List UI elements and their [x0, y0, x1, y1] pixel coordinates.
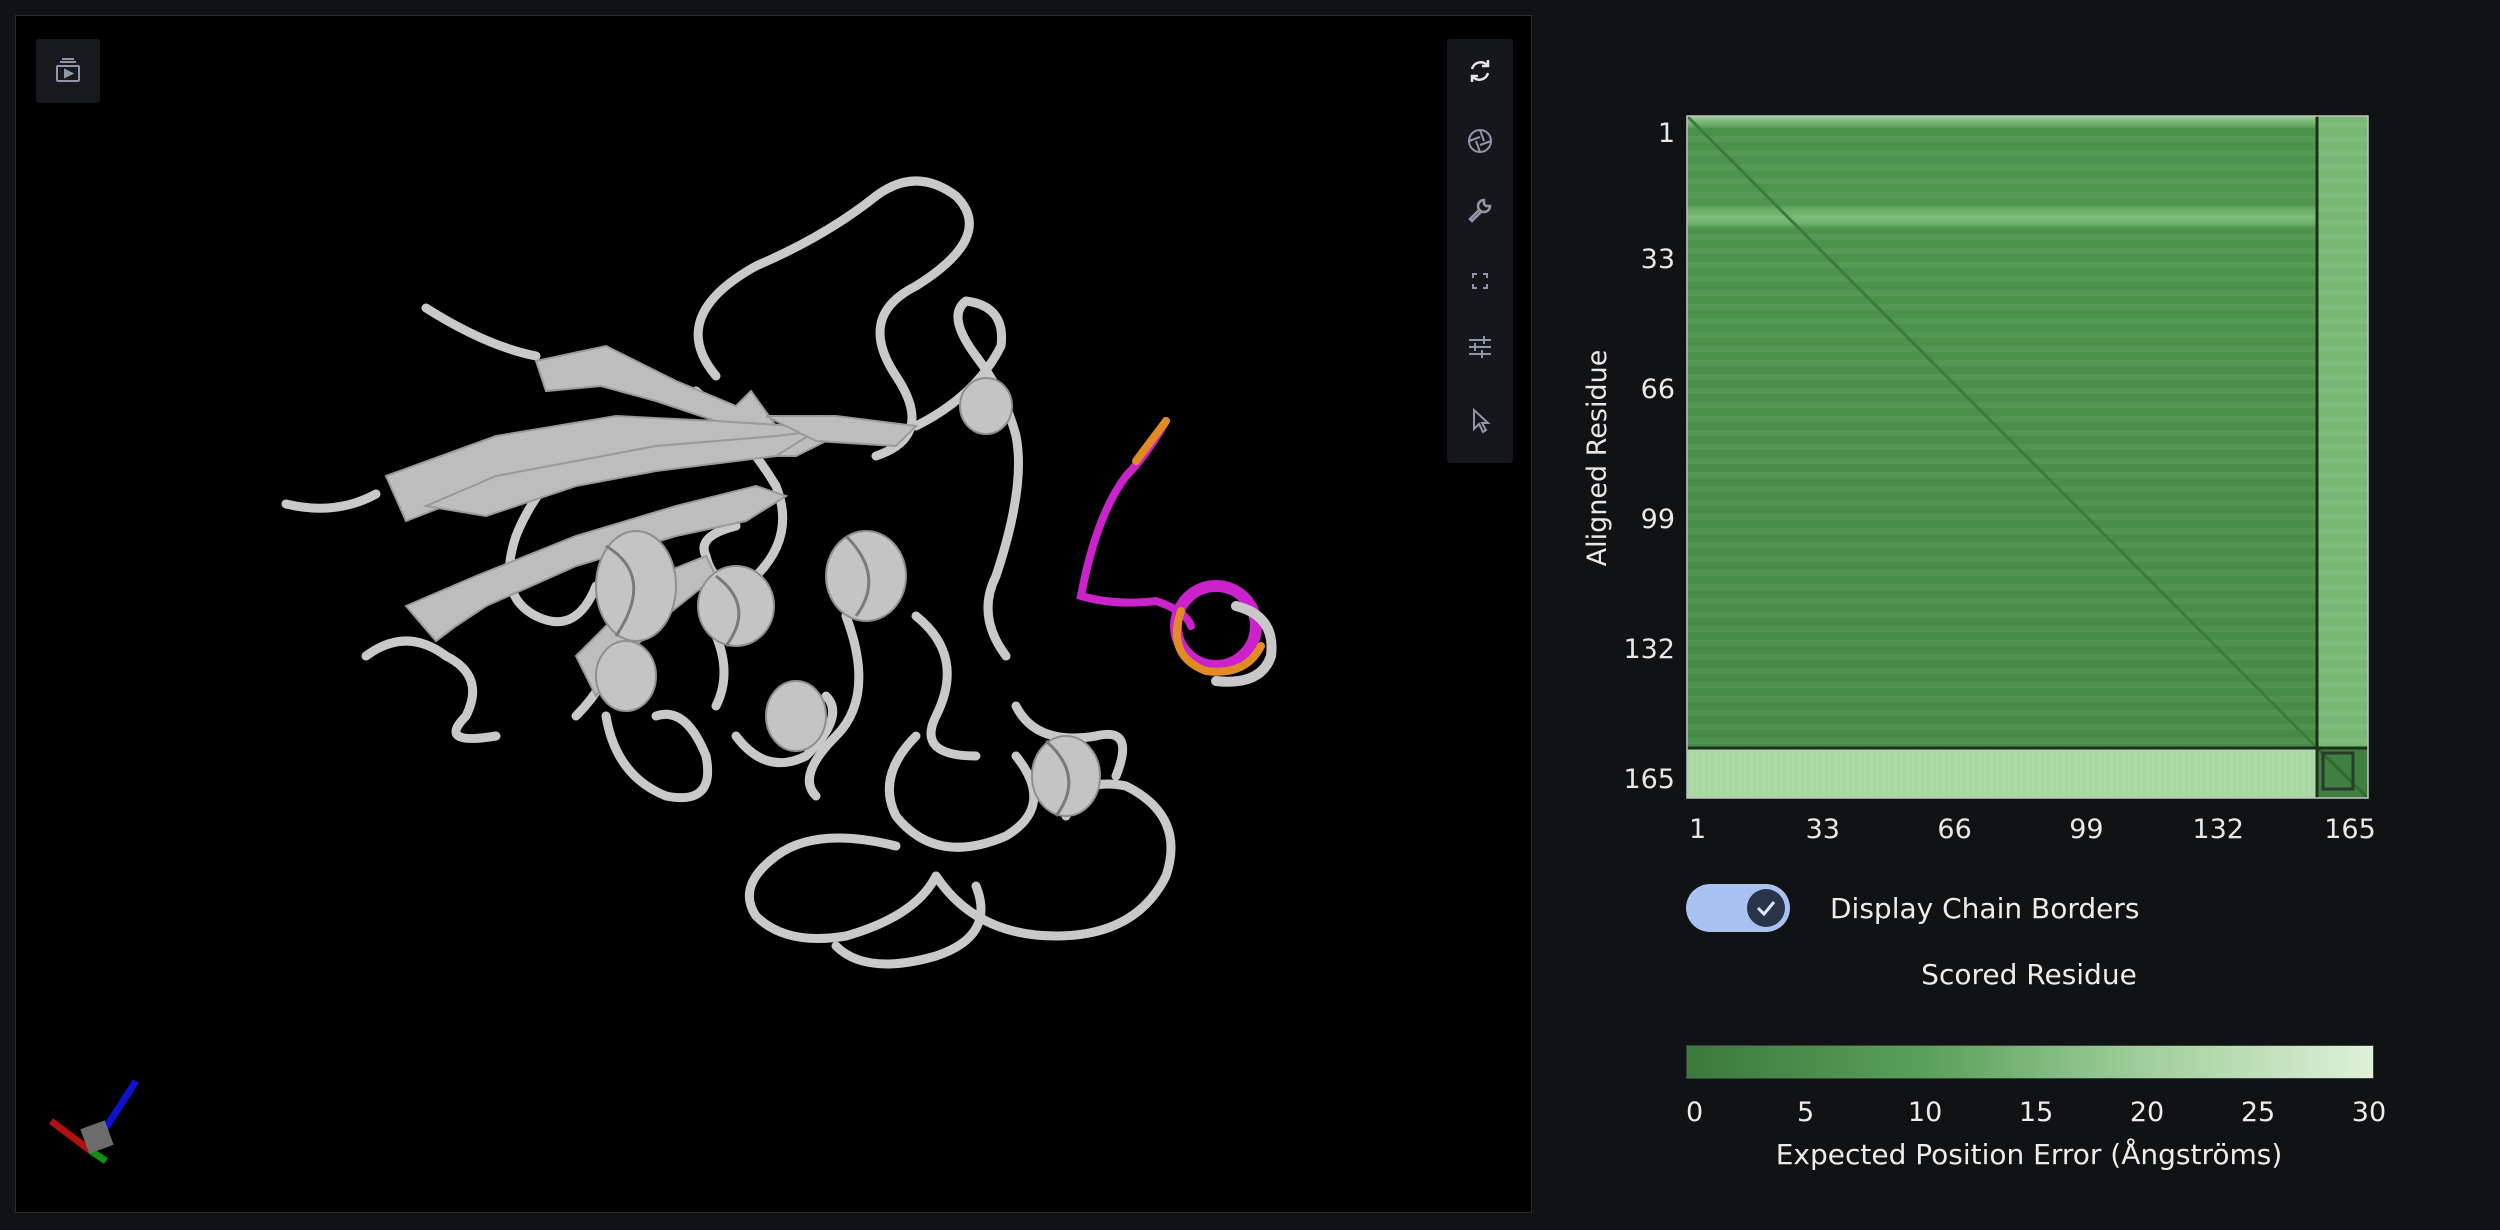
chain-borders-label: Display Chain Borders: [1830, 891, 2140, 925]
chain-borders-toggle-row[interactable]: Display Chain Borders: [1686, 884, 2139, 932]
refresh-icon: [1470, 60, 1490, 82]
pae-plot-panel: 1 33 66 99 132 165 1 33 66 99 132 165 Aligned Resi…: [1570, 80, 2430, 1200]
y-tick-label: 1: [1658, 118, 1675, 149]
y-axis-label: Aligned Residue: [1582, 350, 1613, 567]
x-tick-label: 1: [1689, 814, 1706, 845]
fullscreen-icon: [1472, 273, 1488, 289]
colorbar-tick-label: 30: [2351, 1097, 2387, 1128]
colorbar: [1686, 1045, 2374, 1079]
tools-button[interactable]: [1448, 179, 1512, 243]
colorbar-ticks: 0 5 10 15 20 25 30: [1686, 1097, 2386, 1133]
x-axis-ticks: 1 33 66 99 132 165: [1689, 814, 2376, 845]
heatmap-cells: [1685, 114, 2370, 800]
fullscreen-button[interactable]: [1448, 249, 1512, 313]
y-tick-label: 66: [1641, 374, 1675, 405]
wrench-icon: [1468, 198, 1492, 223]
reset-view-button[interactable]: [1448, 39, 1512, 103]
y-tick-label: 132: [1623, 634, 1675, 665]
colorbar-title: Expected Position Error (Ångströms): [1775, 1138, 2283, 1171]
camera-aperture-icon: [1468, 129, 1492, 153]
chain-borders-toggle[interactable]: [1686, 884, 1790, 932]
x-tick-label: 66: [1937, 814, 1971, 845]
x-tick-label: 132: [2192, 814, 2244, 845]
pae-heatmap[interactable]: 1 33 66 99 132 165 1 33 66 99 132 165 Aligned Resi…: [1570, 80, 2430, 860]
x-tick-label: 33: [1806, 814, 1840, 845]
toggle-knob: [1747, 889, 1785, 927]
viewer-toolbar: [1447, 39, 1513, 463]
playlist-play-button[interactable]: [36, 39, 100, 103]
colorbar-tick-label: 20: [2129, 1097, 2165, 1128]
colorbar-tick-label: 15: [2018, 1097, 2054, 1128]
x-tick-label: 165: [2324, 814, 2376, 845]
x-tick-label: 99: [2069, 814, 2103, 845]
settings-button[interactable]: [1448, 315, 1512, 379]
structure-viewer[interactable]: [15, 15, 1532, 1213]
colorbar-tick-label: 0: [1686, 1097, 1704, 1128]
playlist-play-icon: [56, 58, 80, 82]
protein-structure-render[interactable]: [16, 16, 1533, 1214]
select-mode-button[interactable]: [1448, 389, 1512, 453]
orientation-axes-icon: [48, 1079, 139, 1164]
sliders-icon: [1469, 336, 1491, 358]
screenshot-button[interactable]: [1448, 109, 1512, 173]
pointer-icon: [1473, 407, 1491, 434]
colorbar-tick-label: 10: [1907, 1097, 1943, 1128]
check-icon: [1756, 901, 1776, 917]
y-tick-label: 99: [1641, 504, 1675, 535]
x-axis-label: Scored Residue: [1921, 958, 2137, 991]
y-axis-ticks: 1 33 66 99 132 165: [1623, 118, 1675, 795]
colorbar-tick-label: 5: [1796, 1097, 1815, 1128]
y-tick-label: 33: [1641, 244, 1675, 275]
y-tick-label: 165: [1623, 764, 1675, 795]
colorbar-tick-label: 25: [2240, 1097, 2276, 1128]
